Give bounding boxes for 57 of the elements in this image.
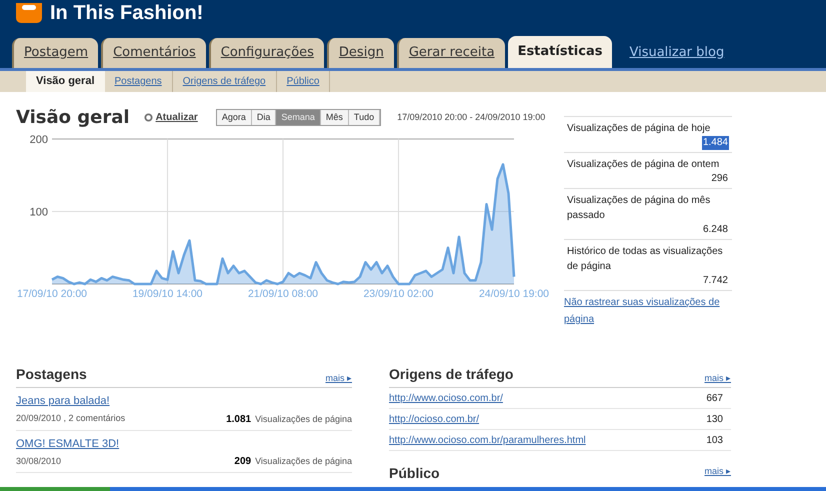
range-button[interactable]: Dia	[252, 110, 276, 125]
range-button[interactable]: Tudo	[348, 110, 380, 125]
nav-tab[interactable]: Postagem	[12, 38, 98, 68]
date-range: 17/09/2010 20:00 - 24/09/2010 19:00	[397, 110, 546, 124]
x-tick-label: 21/09/10 08:00	[248, 288, 318, 297]
post-meta: 30/08/2010	[16, 454, 62, 468]
blog-title: In This Fashion!	[50, 3, 204, 23]
section-heading: Origens de tráfego	[389, 365, 514, 384]
x-tick-label: 24/09/10 19:00	[478, 288, 550, 297]
post-title-link[interactable]: Jeans para balada!	[16, 393, 110, 410]
dont-track-link[interactable]: Não rastrear suas visualizações de página	[564, 290, 732, 328]
post-meta: 20/09/2010 , 2 comentários	[16, 412, 126, 426]
refresh-icon	[144, 113, 153, 122]
more-link[interactable]: mais ▸	[704, 372, 731, 385]
stat-value: 296	[710, 172, 729, 186]
y-tick-label: 100	[30, 206, 48, 218]
referrer-link[interactable]: http://www.ocioso.com.br/paramulheres.html	[389, 432, 586, 448]
stat-label: Visualizações de página de hoje	[567, 122, 712, 136]
nav-tab[interactable]: Estatísticas	[508, 36, 612, 68]
x-tick-label: 19/09/10 14:00	[132, 288, 203, 297]
stat-label: Visualizações de página de ontem	[567, 158, 720, 172]
post-title-link[interactable]: OMG! ESMALTE 3D!	[16, 436, 120, 452]
referrer-count: 667	[706, 392, 723, 406]
referrer-link[interactable]: http://www.ocioso.com.br/	[389, 390, 503, 406]
referrer-count: 130	[706, 412, 723, 426]
nav-tab[interactable]: Gerar receita	[396, 38, 505, 68]
y-tick-label: 200	[30, 135, 48, 146]
sub-tab[interactable]: Origens de tráfego	[172, 71, 277, 92]
more-link[interactable]: mais ▸	[704, 465, 731, 478]
refresh-link[interactable]: Atualizar	[156, 110, 198, 125]
section-heading: Público	[389, 465, 440, 481]
section-heading: Postagens	[16, 365, 87, 384]
x-tick-label: 17/09/10 20:00	[16, 288, 88, 297]
referrer-count: 103	[706, 434, 723, 448]
post-views-label: Visualizações de página	[255, 455, 352, 468]
sub-tab[interactable]: Visão geral	[26, 71, 104, 92]
post-views-label: Visualizações de página	[255, 412, 352, 426]
nav-tab[interactable]: Configurações	[208, 38, 324, 68]
post-views-count: 1.081	[226, 412, 252, 426]
sub-tab[interactable]: Postagens	[104, 71, 173, 92]
range-button[interactable]: Agora	[216, 110, 252, 125]
referrer-link[interactable]: http://ocioso.com.br/	[389, 412, 480, 426]
post-views-count: 209	[234, 455, 252, 469]
x-tick-label: 23/09/10 02:00	[363, 288, 434, 297]
more-link[interactable]: mais ▸	[325, 372, 352, 385]
blog-logo-icon	[16, 3, 42, 23]
stat-label: Histórico de todas as visualizações de página	[567, 245, 724, 274]
range-button[interactable]: Mês	[320, 110, 349, 125]
view-blog-link[interactable]: Visualizar blog	[629, 42, 724, 62]
stat-label: Visualizações de página do mês passado	[567, 194, 712, 223]
sub-tab[interactable]: Público	[276, 71, 330, 92]
stat-value: 1.484	[702, 136, 729, 150]
overview-heading: Visão geral	[16, 106, 130, 130]
nav-tab[interactable]: Comentários	[101, 38, 206, 68]
nav-tab[interactable]: Design	[326, 38, 394, 68]
stat-value: 6.248	[702, 223, 729, 237]
stat-value: 7.742	[702, 274, 729, 288]
